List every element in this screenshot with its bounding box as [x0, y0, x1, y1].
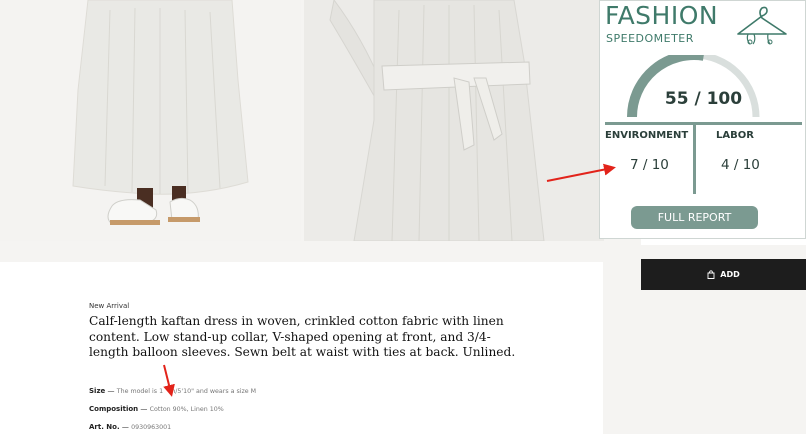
new-arrival-badge: New Arrival [89, 302, 130, 310]
full-report-button[interactable]: FULL REPORT [631, 206, 758, 229]
widget-subtitle: SPEEDOMETER [606, 32, 694, 45]
score-gauge [627, 55, 760, 118]
overall-score: 55 / 100 [664, 89, 743, 109]
hanger-icon [737, 6, 787, 45]
spec-size: Size — The model is 1 m/5'10" and wears … [89, 387, 257, 395]
product-image-side [304, 0, 604, 241]
shopping-bag-icon [707, 270, 715, 279]
labor-label: LABOR [716, 130, 754, 141]
environment-score: 7 / 10 [630, 157, 669, 173]
product-info-panel: New Arrival Calf-length kaftan dress in … [0, 262, 603, 434]
widget-title: FASHION [605, 1, 719, 30]
spec-composition: Composition — Cotton 90%, Linen 10% [89, 405, 224, 413]
spec-size-label: Size [89, 387, 106, 395]
spec-composition-value: Cotton 90%, Linen 10% [149, 406, 224, 413]
add-button-label: ADD [720, 270, 740, 279]
widget-divider-vertical [693, 122, 696, 194]
spec-art-no: Art. No. — 0930963001 [89, 423, 172, 431]
dress-front-photo [0, 0, 301, 241]
product-description: Calf-length kaftan dress in woven, crink… [89, 314, 516, 359]
widget-divider-horizontal [605, 122, 802, 125]
fashion-speedometer-widget: FASHION SPEEDOMETER 55 / 100 ENVIRONMENT… [599, 0, 806, 239]
spec-size-value: The model is 1 m/5'10" and wears a size … [116, 388, 257, 395]
add-to-bag-button[interactable]: ADD [641, 259, 806, 290]
product-image-front [0, 0, 301, 241]
dress-side-photo [304, 0, 604, 241]
spec-composition-label: Composition [89, 405, 139, 413]
labor-score: 4 / 10 [721, 157, 760, 173]
spec-art-label: Art. No. [89, 423, 120, 431]
environment-label: ENVIRONMENT [605, 130, 689, 141]
spec-art-value: 0930963001 [131, 424, 172, 431]
